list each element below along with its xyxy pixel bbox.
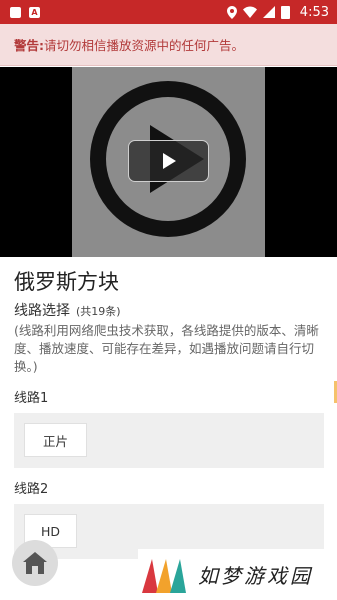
ad-warning-banner: 警告: 请切勿相信播放资源中的任何广告。: [0, 24, 337, 66]
episode-button[interactable]: 正片: [24, 423, 88, 457]
status-bar: A 4:53: [0, 0, 337, 24]
watermark-logo-icon: [142, 558, 186, 593]
warning-message: 请切勿相信播放资源中的任何广告。: [44, 38, 245, 53]
route-note: (线路利用网络爬虫技术获取，各线路提供的版本、清晰度、播放速度、可能存在差异，如…: [14, 323, 319, 374]
video-player[interactable]: [0, 67, 337, 257]
home-icon: [23, 552, 47, 574]
route-label-2: 线路2: [14, 482, 49, 497]
route-label-1: 线路1: [14, 391, 49, 406]
location-icon: [226, 5, 237, 19]
notification-icon: [10, 6, 21, 18]
route-select-label: 线路选择: [14, 303, 70, 319]
route-count: (共19条): [76, 305, 121, 318]
wifi-icon: [242, 6, 257, 18]
clock: 4:53: [299, 4, 329, 20]
app-notification-icon: A: [29, 6, 40, 18]
play-button[interactable]: [128, 140, 209, 182]
play-icon: [162, 153, 176, 169]
home-button[interactable]: [12, 540, 58, 586]
battery-icon: [280, 5, 290, 19]
watermark-text: 如梦游戏园: [198, 564, 313, 588]
route-panel-1: 正片: [14, 413, 324, 468]
route-select-heading: 线路选择 (共19条): [14, 300, 121, 320]
signal-icon: [262, 6, 275, 18]
watermark-logo: 如梦游戏园: [138, 549, 337, 600]
page-title: 俄罗斯方块: [14, 270, 119, 294]
warning-prefix: 警告:: [14, 38, 44, 53]
